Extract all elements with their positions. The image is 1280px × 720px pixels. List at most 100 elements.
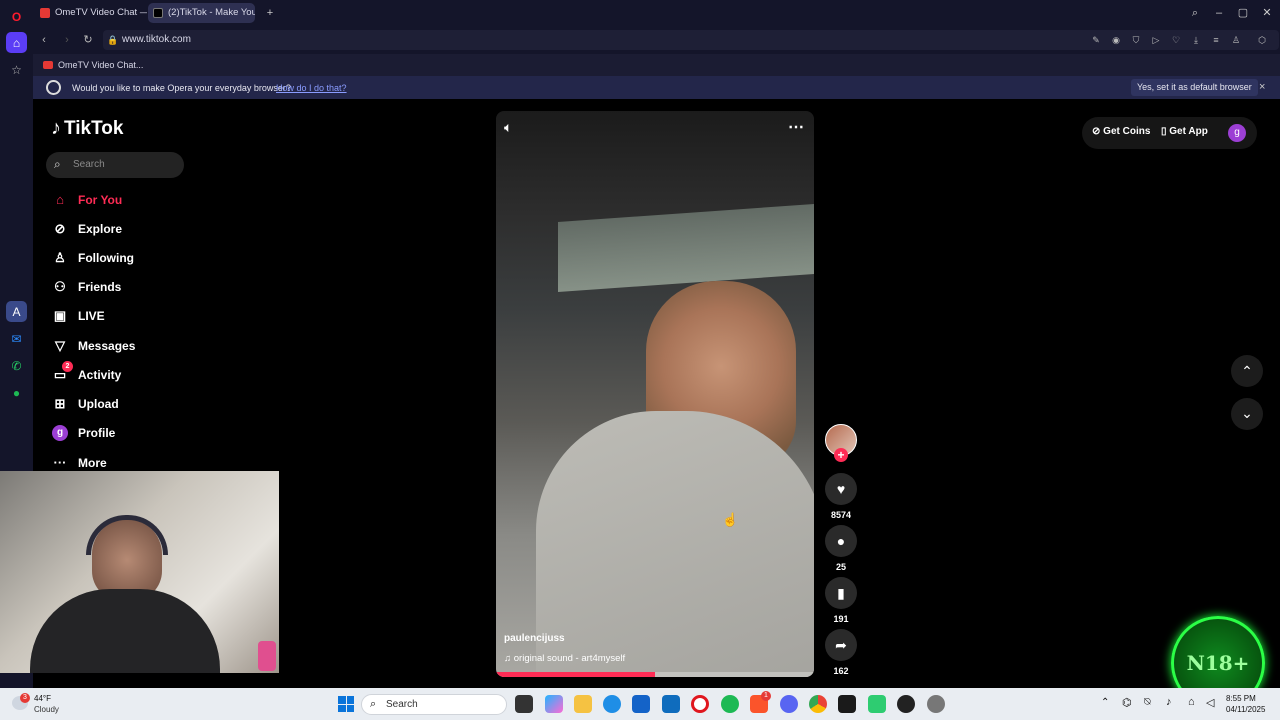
previous-video-button[interactable]: ⌃ bbox=[1231, 355, 1263, 387]
start-button[interactable] bbox=[338, 696, 354, 712]
search-input[interactable]: ⌕ Search bbox=[46, 152, 184, 178]
opera-logo-icon bbox=[46, 80, 61, 95]
get-coins-label: Get Coins bbox=[1103, 126, 1151, 137]
default-browser-prompt: Would you like to make Opera your everyd… bbox=[33, 76, 1280, 99]
whatsapp-icon[interactable]: ✆ bbox=[6, 355, 27, 376]
coin-icon: ⊘ bbox=[1092, 126, 1104, 137]
tray-chevron-icon[interactable]: ⌃ bbox=[1101, 697, 1109, 708]
tiktok-logo[interactable]: ♪ TikTok bbox=[51, 117, 123, 140]
minimize-button[interactable]: – bbox=[1210, 4, 1228, 22]
home-icon[interactable]: ⌂ bbox=[6, 32, 27, 53]
follow-plus-icon[interactable]: + bbox=[834, 448, 848, 462]
camera-icon[interactable]: ◉ bbox=[1109, 33, 1123, 47]
edit-icon[interactable]: ✎ bbox=[1089, 33, 1103, 47]
close-prompt-button[interactable]: × bbox=[1259, 81, 1265, 93]
user-avatar[interactable]: g bbox=[1228, 124, 1246, 142]
forward-button[interactable]: › bbox=[58, 31, 76, 49]
download-icon[interactable]: ⤓ bbox=[1189, 33, 1203, 47]
game-app-icon[interactable] bbox=[897, 695, 915, 713]
file-explorer-icon[interactable] bbox=[574, 695, 592, 713]
network-tray-icon[interactable]: ⌬ bbox=[1122, 696, 1132, 709]
more-icon: ··· bbox=[53, 455, 67, 470]
next-video-button[interactable]: ⌄ bbox=[1231, 398, 1263, 430]
star-icon[interactable]: ☆ bbox=[6, 59, 27, 80]
nav-item-upload[interactable]: ⊞ Upload bbox=[52, 393, 119, 415]
edge-icon[interactable] bbox=[603, 695, 621, 713]
prompt-help-link[interactable]: How do I do that? bbox=[276, 83, 347, 93]
messenger-icon[interactable]: ✉ bbox=[6, 328, 27, 349]
tab-search-icon[interactable]: ⌕ bbox=[1186, 4, 1204, 22]
nav-item-live[interactable]: ▣ LIVE bbox=[52, 305, 105, 327]
get-app-button[interactable]: ▯ Get App bbox=[1161, 126, 1208, 137]
sound-label: original sound - art4myself bbox=[513, 653, 626, 664]
nav-item-profile[interactable]: g Profile bbox=[52, 422, 115, 444]
nav-item-friends[interactable]: ⚇ Friends bbox=[52, 276, 121, 298]
tab-tiktok[interactable]: (2)TikTok - Make Your bbox=[148, 3, 255, 23]
search-icon: ⌕ bbox=[54, 157, 61, 171]
bell-tray-icon[interactable]: ⍉ bbox=[1144, 696, 1151, 709]
nav-item-following[interactable]: ♙ Following bbox=[52, 247, 134, 269]
opera-logo-icon[interactable]: O bbox=[6, 6, 27, 27]
outlook-icon[interactable] bbox=[662, 695, 680, 713]
comment-icon: ● bbox=[836, 533, 846, 549]
maximize-button[interactable]: ▢ bbox=[1234, 4, 1252, 22]
volume-icon[interactable]: 🔈︎ bbox=[504, 119, 512, 136]
nav-item-activity[interactable]: ▭ Activity 2 bbox=[52, 361, 121, 386]
nav-label: More bbox=[78, 456, 107, 470]
set-default-button[interactable]: Yes, set it as default browser bbox=[1131, 79, 1258, 96]
close-window-button[interactable]: ✕ bbox=[1258, 4, 1276, 22]
video-username[interactable]: paulencijuss bbox=[504, 633, 565, 644]
more-options-icon[interactable]: ⋯ bbox=[788, 117, 804, 137]
app-icon[interactable] bbox=[838, 695, 856, 713]
account-icon[interactable]: ♙ bbox=[1229, 33, 1243, 47]
nav-label: Following bbox=[78, 251, 134, 265]
new-tab-button[interactable]: + bbox=[261, 4, 279, 22]
back-button[interactable]: ‹ bbox=[35, 31, 53, 49]
store-icon[interactable] bbox=[632, 695, 650, 713]
car-rear-window bbox=[558, 204, 814, 292]
volume-tray-icon[interactable]: ◁ bbox=[1206, 696, 1214, 709]
menu-icon[interactable]: ≡ bbox=[1209, 33, 1223, 47]
discord-icon[interactable] bbox=[780, 695, 798, 713]
aria-icon[interactable]: A bbox=[6, 301, 27, 322]
bookmarks-bar: OmeTV Video Chat... bbox=[33, 54, 1280, 76]
heart-icon[interactable]: ♡ bbox=[1169, 33, 1183, 47]
nav-label: Friends bbox=[78, 280, 122, 294]
comment-button[interactable]: ● bbox=[825, 525, 857, 557]
nav-item-for-you[interactable]: ⌂ For You bbox=[52, 189, 122, 211]
prompt-question: Would you like to make Opera your everyd… bbox=[72, 83, 291, 93]
bookmark-ometv[interactable]: OmeTV Video Chat... bbox=[43, 60, 143, 70]
opera-taskbar-icon[interactable] bbox=[691, 695, 709, 713]
video-player[interactable]: 🔈︎ ⋯ ☝ paulencijuss ♫ original sound - a… bbox=[496, 111, 814, 677]
settings-icon[interactable] bbox=[927, 695, 945, 713]
search-icon: ⌕ bbox=[370, 698, 377, 710]
copilot-icon[interactable] bbox=[545, 695, 563, 713]
android-app-icon[interactable] bbox=[868, 695, 886, 713]
address-field[interactable]: 🔒 www.tiktok.com ✎ ◉ ⛉ ▷ ♡ ⤓ ≡ ♙ ⬡ bbox=[103, 30, 1279, 50]
nav-item-explore[interactable]: ⊘ Explore bbox=[52, 218, 122, 240]
chrome-icon[interactable] bbox=[809, 695, 827, 713]
tiktok-favicon-icon bbox=[153, 8, 163, 18]
wifi-tray-icon[interactable]: ⌂ bbox=[1188, 696, 1195, 708]
get-coins-button[interactable]: ⊘ Get Coins bbox=[1092, 126, 1150, 137]
reload-button[interactable]: ↻ bbox=[79, 31, 97, 49]
mic-tray-icon[interactable]: ♪ bbox=[1166, 696, 1172, 708]
video-sound[interactable]: ♫ original sound - art4myself bbox=[504, 653, 625, 664]
video-progress-fill bbox=[496, 672, 655, 677]
shield-icon[interactable]: ⛉ bbox=[1129, 33, 1143, 47]
share-button[interactable]: ➦ bbox=[825, 629, 857, 661]
save-button[interactable]: ▮ bbox=[825, 577, 857, 609]
tab-ometv[interactable]: OmeTV Video Chat — Or bbox=[35, 3, 147, 23]
ometv-favicon-icon bbox=[43, 61, 53, 69]
spotify-icon[interactable]: ● bbox=[6, 382, 27, 403]
extensions-icon[interactable]: ⬡ bbox=[1255, 33, 1269, 47]
task-view-icon[interactable] bbox=[515, 695, 533, 713]
video-progress-track[interactable] bbox=[496, 672, 814, 677]
nav-item-messages[interactable]: ▽ Messages bbox=[52, 335, 135, 357]
clock-time[interactable]: 8:55 PM bbox=[1226, 694, 1256, 703]
play-icon[interactable]: ▷ bbox=[1149, 33, 1163, 47]
weather-temp[interactable]: 44°F bbox=[34, 694, 51, 703]
spotify-taskbar-icon[interactable] bbox=[721, 695, 739, 713]
like-button[interactable]: ♥ bbox=[825, 473, 857, 505]
taskbar-search[interactable]: ⌕ Search bbox=[361, 694, 507, 715]
